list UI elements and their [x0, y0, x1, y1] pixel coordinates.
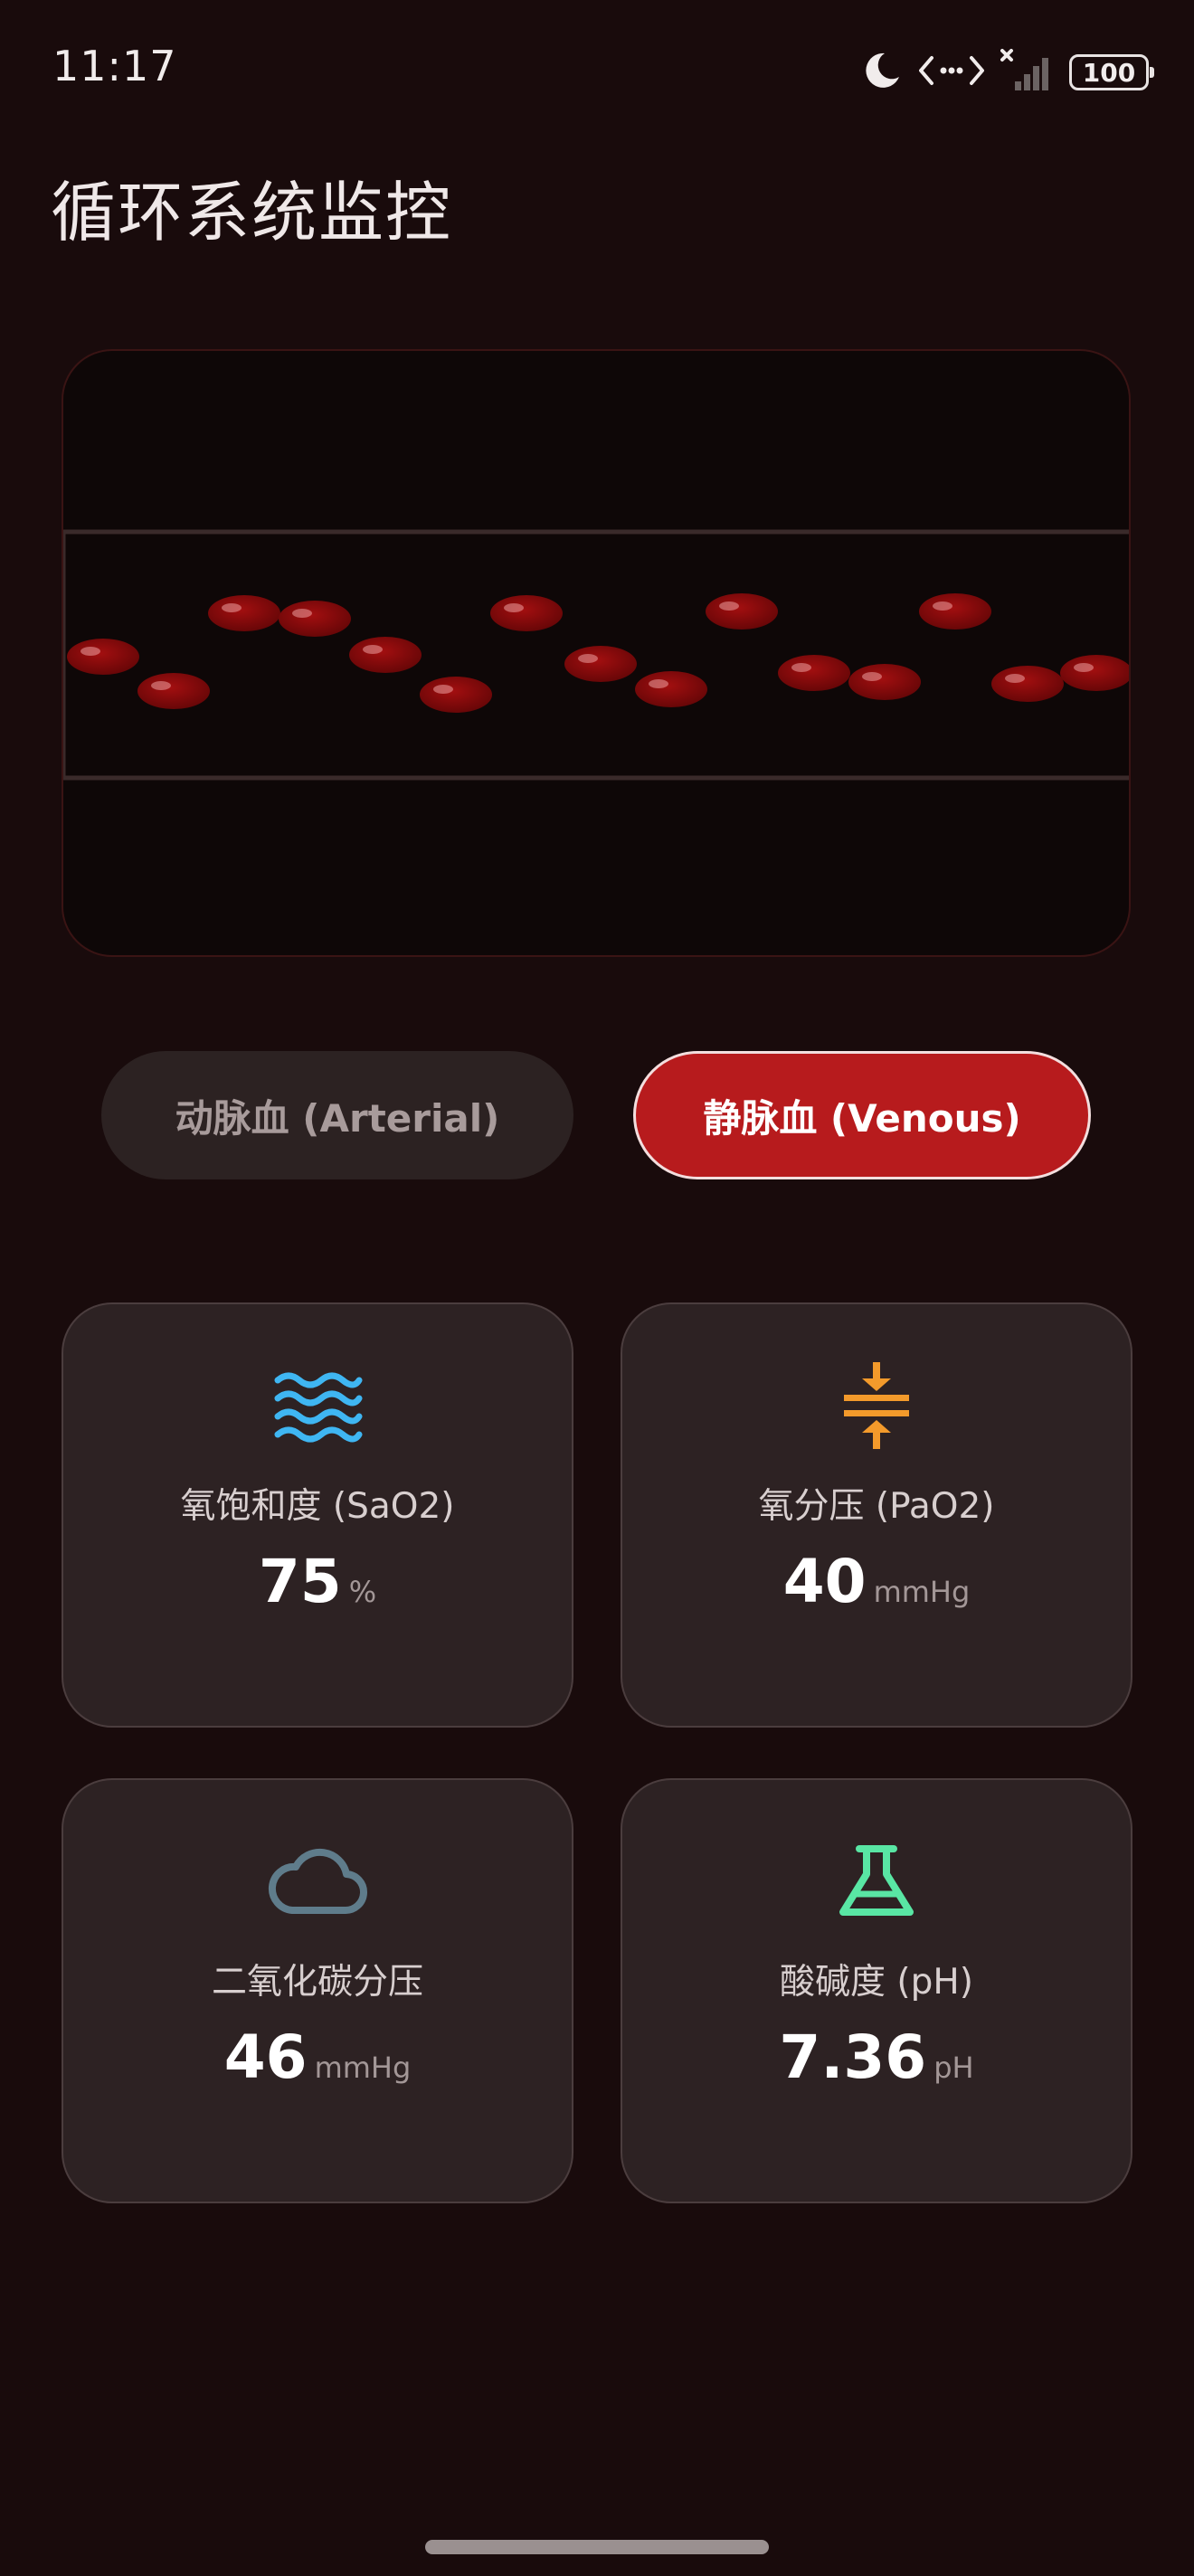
- status-icons: 100: [861, 47, 1154, 98]
- metric-label: 氧分压 (PaO2): [758, 1486, 995, 1527]
- arterial-toggle-button[interactable]: 动脉血 (Arterial): [101, 1051, 573, 1179]
- metric-unit: %: [348, 1575, 377, 1609]
- signal-icon: [1000, 49, 1053, 96]
- metric-value: 7.36: [779, 2022, 927, 2092]
- data-transfer-icon: [919, 52, 984, 92]
- blood-cell: [208, 595, 280, 631]
- battery-icon: 100: [1069, 54, 1154, 90]
- status-time: 11:17: [52, 42, 177, 90]
- metric-unit: mmHg: [873, 1575, 971, 1609]
- cloud-icon: [63, 1836, 572, 1927]
- blood-cell: [279, 601, 351, 637]
- sao2-card: 氧饱和度 (SaO2) 75 %: [62, 1302, 573, 1728]
- blood-cell: [1060, 655, 1129, 691]
- vessel-animation: [63, 529, 1129, 781]
- blood-cell: [778, 655, 850, 691]
- waves-icon: [63, 1360, 572, 1451]
- pco2-card: 二氧化碳分压 46 mmHg: [62, 1778, 573, 2203]
- metric-label: 氧饱和度 (SaO2): [180, 1486, 455, 1527]
- moon-icon: [861, 50, 903, 95]
- metric-unit: pH: [933, 2050, 974, 2085]
- blood-cell: [67, 639, 139, 675]
- ph-card: 酸碱度 (pH) 7.36 pH: [621, 1778, 1132, 2203]
- blood-cells: [67, 593, 1129, 713]
- metric-label: 酸碱度 (pH): [780, 1962, 973, 2003]
- blood-cell: [991, 666, 1064, 702]
- pao2-card: 氧分压 (PaO2) 40 mmHg: [621, 1302, 1132, 1728]
- metric-value-row: 46 mmHg: [63, 2022, 572, 2092]
- metric-value-row: 40 mmHg: [622, 1547, 1131, 1616]
- blood-cell: [490, 595, 563, 631]
- metric-value: 75: [258, 1547, 342, 1616]
- home-indicator[interactable]: [425, 2540, 769, 2554]
- blood-cell: [420, 677, 492, 713]
- blood-cell: [635, 671, 707, 707]
- metric-value: 40: [782, 1547, 867, 1616]
- blood-cell: [919, 593, 991, 630]
- blood-cell: [564, 646, 637, 682]
- flask-icon: [622, 1836, 1131, 1927]
- page-title: 循环系统监控: [51, 175, 453, 251]
- blood-cell: [349, 637, 422, 673]
- vessel-visualization: [62, 349, 1131, 957]
- metric-value-row: 7.36 pH: [622, 2022, 1131, 2092]
- blood-cell: [706, 593, 778, 630]
- metric-label: 二氧化碳分压: [211, 1962, 423, 2003]
- blood-cell: [848, 664, 921, 700]
- metric-value-row: 75 %: [63, 1547, 572, 1616]
- status-bar: 11:17 100: [0, 0, 1194, 136]
- blood-cell: [137, 673, 210, 709]
- compress-arrows-icon: [622, 1360, 1131, 1451]
- venous-toggle-button[interactable]: 静脉血 (Venous): [633, 1051, 1091, 1179]
- metric-unit: mmHg: [314, 2050, 412, 2085]
- metric-value: 46: [223, 2022, 308, 2092]
